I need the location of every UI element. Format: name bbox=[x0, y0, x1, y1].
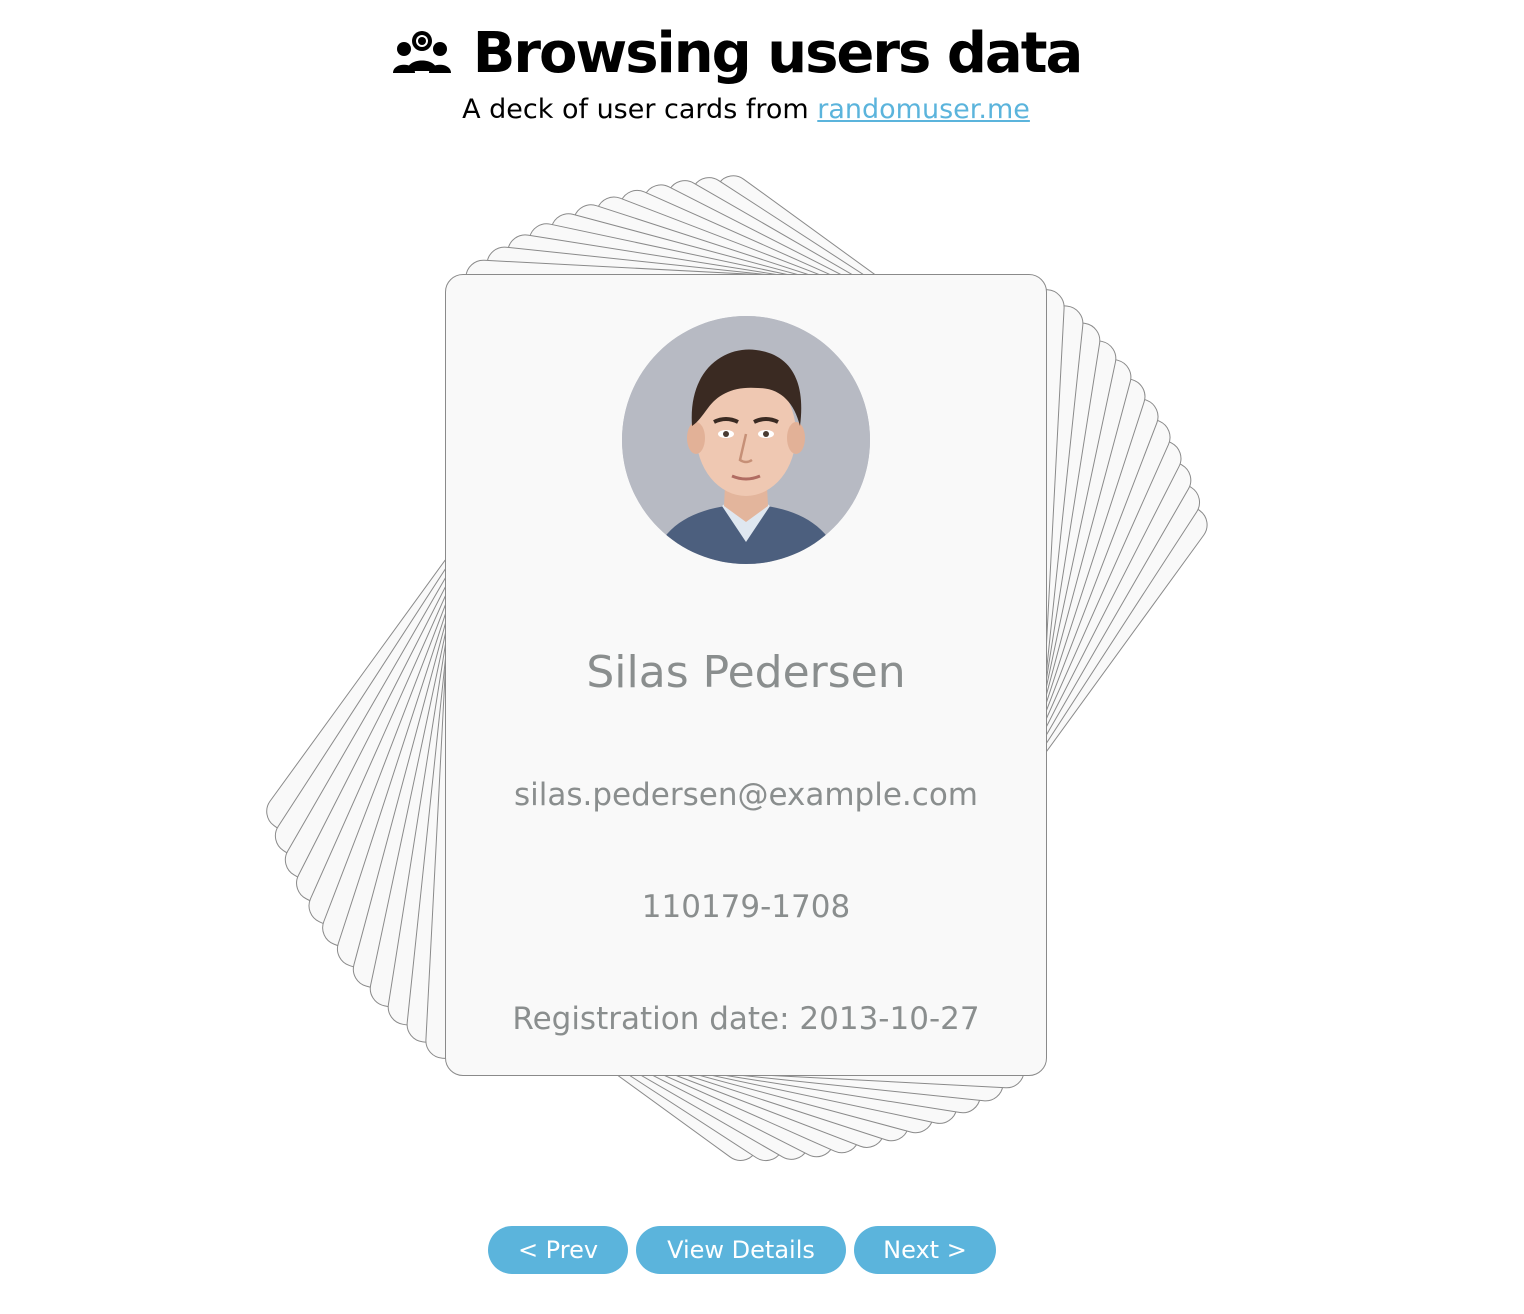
user-photo bbox=[622, 316, 870, 564]
user-avatar bbox=[622, 316, 870, 564]
randomuser-link[interactable]: randomuser.me bbox=[817, 94, 1030, 125]
title-row: Browsing users data bbox=[391, 16, 1084, 92]
user-name: Silas Pedersen bbox=[586, 647, 906, 698]
next-button[interactable]: Next > bbox=[854, 1226, 996, 1274]
view-details-button[interactable]: View Details bbox=[636, 1226, 846, 1274]
user-card[interactable]: Silas Pedersen silas.pedersen@example.co… bbox=[445, 274, 1047, 1076]
user-registration-date: Registration date: 2013-10-27 bbox=[512, 1001, 980, 1037]
user-card-deck: Silas Pedersen silas.pedersen@example.co… bbox=[259, 168, 1215, 1169]
users-group-icon bbox=[391, 29, 453, 79]
user-phone: 110179-1708 bbox=[641, 889, 851, 925]
user-email: silas.pedersen@example.com bbox=[514, 777, 978, 813]
prev-button[interactable]: < Prev bbox=[488, 1226, 628, 1274]
subtitle-text: A deck of user cards from bbox=[462, 94, 818, 125]
page-subtitle: A deck of user cards from randomuser.me bbox=[0, 94, 1492, 125]
page-title: Browsing users data bbox=[472, 21, 1084, 86]
page-header: Browsing users data A deck of user cards… bbox=[0, 16, 1472, 125]
card-navigation: < Prev View Details Next > bbox=[488, 1226, 996, 1274]
